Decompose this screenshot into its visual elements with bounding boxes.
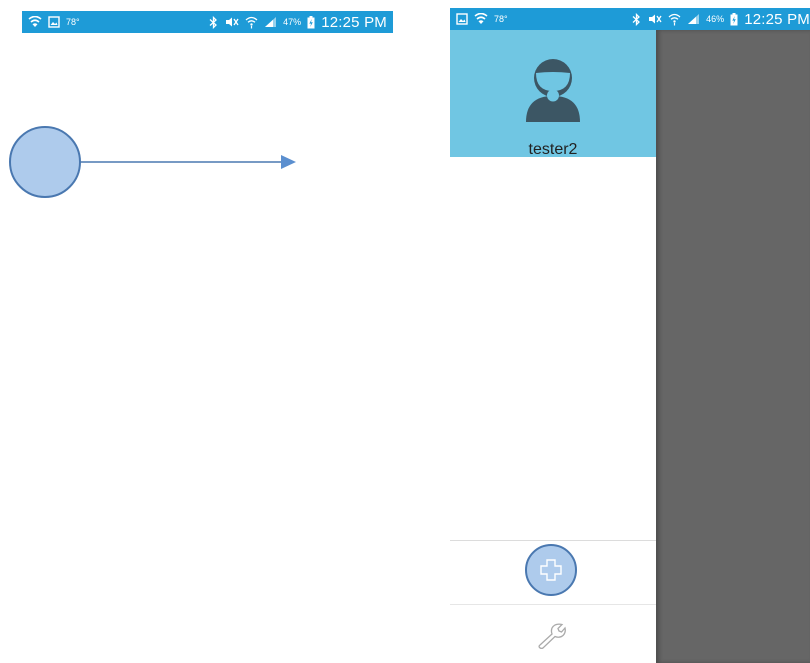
- gallery-icon: [48, 16, 60, 28]
- swipe-right-arrow-icon: [80, 155, 296, 169]
- add-button[interactable]: [525, 544, 577, 596]
- temperature-text: 78°: [66, 17, 80, 27]
- battery-charging-icon: [307, 15, 315, 29]
- bluetooth-icon: [209, 15, 218, 29]
- clock-text: 12:25 PM: [744, 10, 810, 28]
- navigation-drawer: tester2: [450, 30, 656, 663]
- signal-icon: [264, 16, 277, 28]
- drawer-screen: tester2: [450, 30, 810, 663]
- gallery-icon: [456, 13, 468, 25]
- swipe-gesture-illustration: [9, 126, 296, 198]
- battery-charging-icon: [730, 12, 738, 26]
- username-label: tester2: [528, 141, 578, 158]
- divider: [450, 604, 656, 605]
- mute-icon: [224, 16, 239, 28]
- wifi-icon: [474, 13, 488, 25]
- status-bar-right: 78° 46% 12:25 PM: [450, 8, 810, 30]
- temperature-text: 78°: [494, 14, 508, 24]
- clock-text: 12:25 PM: [321, 13, 387, 31]
- wifi-icon: [28, 16, 42, 28]
- divider: [450, 540, 656, 541]
- wrench-icon: [538, 623, 566, 650]
- battery-percent-text: 46%: [706, 14, 725, 24]
- settings-button[interactable]: [536, 620, 566, 650]
- user-avatar-icon: [526, 59, 580, 122]
- signal-icon: [687, 13, 700, 25]
- drawer-header[interactable]: tester2: [450, 30, 656, 158]
- hotspot-icon: [668, 13, 681, 26]
- hotspot-icon: [245, 16, 258, 29]
- status-bar-left: 78° 47% 12:25 PM: [22, 11, 393, 33]
- bluetooth-icon: [632, 12, 641, 26]
- mute-icon: [647, 13, 662, 25]
- touch-point-icon: [9, 126, 81, 198]
- battery-percent-text: 47%: [283, 17, 302, 27]
- drawer-scrim-overlay[interactable]: [656, 30, 810, 663]
